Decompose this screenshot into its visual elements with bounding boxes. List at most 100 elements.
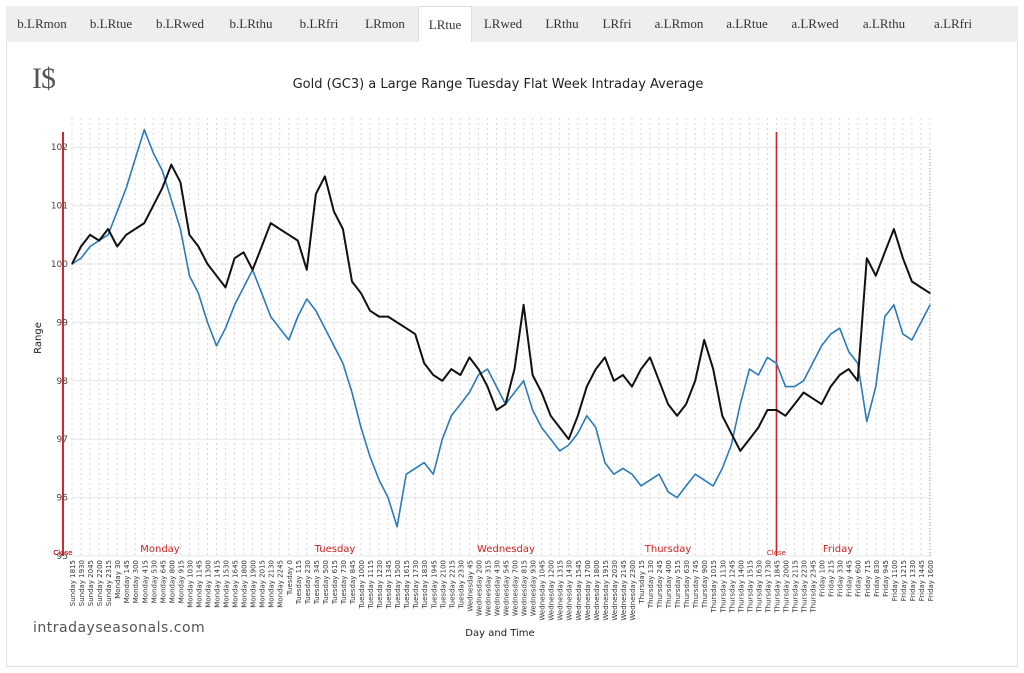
x-tick-label: Wednesday 1045 [539, 560, 547, 621]
data-point [730, 444, 732, 446]
data-point [315, 310, 317, 312]
data-point [387, 497, 389, 499]
data-point [450, 368, 452, 370]
x-tick-label: Tuesday 1115 [367, 560, 375, 610]
data-point [297, 315, 299, 318]
data-point [649, 479, 651, 481]
data-point [757, 374, 760, 376]
data-point [333, 345, 335, 347]
x-tick-label: Sunday 1815 [69, 560, 77, 606]
data-point [206, 263, 209, 265]
x-tick-label: Thursday 515 [674, 560, 682, 609]
data-point [821, 345, 823, 347]
data-point [477, 368, 480, 370]
data-point [224, 286, 227, 288]
data-point [730, 432, 732, 434]
data-point [468, 356, 470, 359]
x-tick-label: Thursday 1015 [710, 560, 718, 614]
x-tick-label: Friday 100 [819, 560, 827, 597]
day-label: Thursday [644, 544, 692, 555]
x-tick-label: Monday 1300 [204, 560, 212, 608]
data-point [152, 152, 154, 154]
data-point [270, 222, 272, 224]
x-tick-label: Friday 1100 [891, 560, 899, 601]
data-point [233, 304, 236, 306]
series-line-black [71, 163, 931, 452]
x-tick-label: Friday 945 [882, 560, 890, 597]
data-point [586, 415, 588, 417]
data-point [423, 362, 425, 364]
data-point [640, 368, 642, 370]
data-point [125, 187, 127, 189]
x-tick-label: Thursday 745 [692, 560, 700, 609]
data-point [423, 461, 425, 464]
data-point [378, 315, 380, 318]
data-point [152, 205, 154, 207]
data-point [513, 391, 516, 394]
data-point [929, 292, 931, 294]
data-point [89, 245, 91, 248]
data-point [486, 368, 489, 370]
x-tick-label: Monday 2245 [277, 560, 285, 608]
data-point [270, 315, 272, 318]
data-point [712, 485, 714, 487]
x-tick-label: Monday 1530 [223, 560, 231, 608]
x-tick-label: Tuesday 615 [331, 560, 339, 605]
data-point [848, 351, 850, 353]
x-tick-label: Wednesday 930 [530, 560, 538, 616]
x-tick-label: Thursday 900 [701, 560, 709, 609]
data-point [748, 368, 750, 370]
series-line-blue [71, 128, 931, 528]
data-point [622, 374, 624, 376]
data-point [541, 391, 543, 394]
data-point [369, 310, 371, 312]
y-axis-label: Range [33, 322, 44, 354]
data-point [649, 356, 651, 359]
data-point [721, 415, 723, 417]
data-point [550, 415, 552, 417]
data-point [920, 286, 922, 288]
data-point [911, 280, 913, 283]
data-point [179, 228, 181, 230]
data-point [920, 321, 922, 323]
data-point [802, 391, 805, 394]
data-point [197, 292, 200, 294]
data-point [107, 228, 109, 230]
x-tick-label: Monday 1145 [195, 560, 203, 608]
data-point [233, 257, 236, 259]
data-point [396, 321, 398, 323]
data-point [107, 234, 109, 236]
x-tick-label: Tuesday 1830 [421, 560, 429, 610]
data-point [495, 386, 498, 388]
data-point [89, 234, 91, 236]
x-tick-label: Monday 1800 [241, 560, 249, 608]
data-point [631, 386, 633, 388]
x-tick-label: Thursday 1845 [773, 560, 781, 614]
x-tick-label: Friday 1215 [900, 560, 908, 601]
data-point [279, 228, 281, 230]
data-point [405, 473, 407, 475]
x-tick-label: Thursday 1730 [764, 560, 772, 614]
x-tick-label: Wednesday 315 [484, 560, 492, 616]
data-point [170, 199, 172, 201]
data-point [613, 380, 615, 382]
data-point [721, 467, 723, 469]
x-tick-label: Tuesday 2215 [448, 560, 456, 610]
data-point [143, 222, 145, 224]
x-tick-label: Wednesday 430 [493, 560, 501, 616]
close-marker-label: Close [767, 549, 786, 557]
data-point [559, 426, 561, 429]
data-point [676, 497, 678, 499]
data-point [757, 426, 760, 429]
x-tick-label: Wednesday 700 [512, 560, 520, 616]
x-tick-label: Monday 915 [177, 560, 185, 603]
data-point [866, 257, 868, 259]
data-point [288, 234, 290, 236]
x-tick-label: Sunday 2315 [105, 560, 113, 606]
x-tick-label: Friday 600 [855, 560, 863, 597]
data-point [694, 473, 696, 475]
data-point [748, 438, 750, 440]
data-point [414, 333, 416, 335]
data-point [243, 286, 245, 288]
data-point [893, 304, 895, 306]
